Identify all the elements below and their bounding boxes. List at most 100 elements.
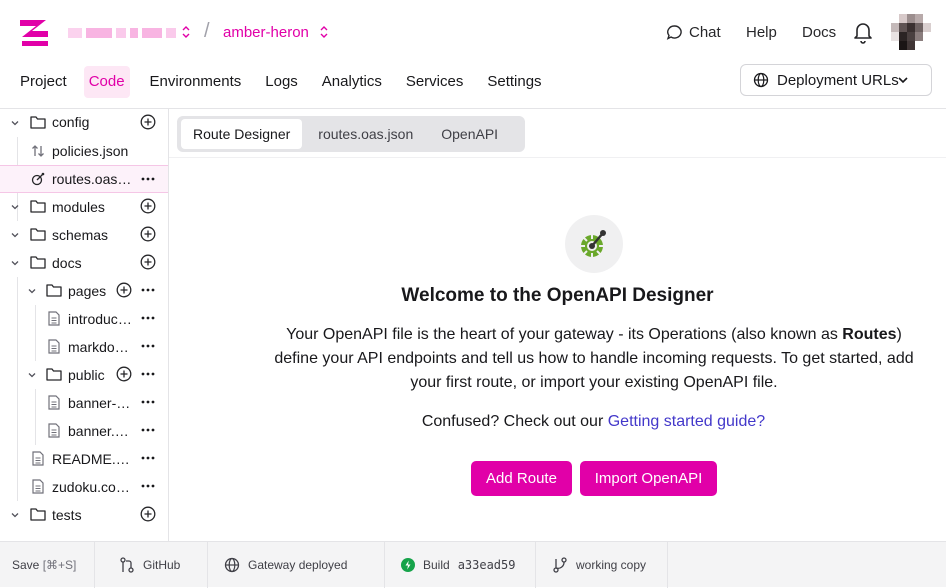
tree-item-label: introduction.md: [68, 311, 134, 327]
getting-started-link[interactable]: Getting started guide?: [608, 413, 765, 430]
document-icon: [48, 423, 60, 438]
main-nav: Project Code Environments Logs Analytics…: [0, 66, 546, 100]
tree-item-label: docs: [52, 255, 82, 271]
add-circle-icon[interactable]: [116, 366, 132, 382]
add-circle-icon[interactable]: [140, 114, 156, 130]
nav-logs[interactable]: Logs: [261, 66, 302, 98]
nav-analytics[interactable]: Analytics: [318, 66, 386, 98]
add-circle-icon[interactable]: [140, 254, 156, 270]
nav-services[interactable]: Services: [402, 66, 468, 98]
tab-openapi[interactable]: OpenAPI: [429, 119, 510, 149]
tree-file-banner-dark[interactable]: banner-dark.svg: [0, 389, 168, 417]
chevron-down-icon[interactable]: [10, 230, 20, 240]
add-route-button[interactable]: Add Route: [471, 461, 572, 496]
build-status[interactable]: Build a33ead59: [385, 542, 536, 588]
account-switcher[interactable]: [68, 28, 176, 38]
gateway-status[interactable]: Gateway deployed: [208, 542, 385, 588]
save-label: Save: [12, 558, 40, 572]
folder-icon: [46, 368, 62, 381]
help-prompt: Confused? Check out our Getting started …: [169, 413, 946, 431]
tree-item-label: zudoku.config.ts: [52, 479, 134, 495]
tab-route-designer[interactable]: Route Designer: [181, 119, 303, 149]
more-options-icon[interactable]: [141, 288, 155, 292]
build-label: Build: [423, 558, 450, 572]
chat-bubble-icon[interactable]: [666, 24, 683, 41]
folder-icon: [30, 116, 46, 129]
nav-code[interactable]: Code: [83, 66, 130, 98]
breadcrumb-separator: /: [204, 20, 210, 42]
tree-item-label: policies.json: [52, 143, 129, 159]
add-circle-icon[interactable]: [140, 506, 156, 522]
more-options-icon[interactable]: [141, 428, 155, 432]
tabs-divider: [169, 157, 946, 158]
tree-folder-public[interactable]: public: [0, 361, 168, 389]
add-circle-icon[interactable]: [116, 282, 132, 298]
github-button[interactable]: GitHub: [95, 542, 208, 588]
more-options-icon[interactable]: [141, 177, 155, 181]
tree-folder-modules[interactable]: modules: [0, 193, 168, 221]
user-avatar[interactable]: [891, 14, 931, 50]
tree-file-zudoku-config[interactable]: zudoku.config.ts: [0, 473, 168, 501]
folder-icon: [30, 508, 46, 521]
build-hash: a33ead59: [457, 558, 516, 572]
tab-routes-oas-json[interactable]: routes.oas.json: [306, 119, 425, 149]
document-icon: [48, 339, 60, 354]
more-options-icon[interactable]: [141, 400, 155, 404]
tree-item-label: config: [52, 114, 90, 130]
tree-file-readme[interactable]: README.md: [0, 445, 168, 473]
add-circle-icon[interactable]: [140, 198, 156, 214]
tree-item-label: tests: [52, 507, 82, 523]
project-chevron-up-down-icon[interactable]: [319, 25, 329, 39]
tree-item-label: modules: [52, 199, 105, 215]
tree-folder-pages[interactable]: pages: [0, 277, 168, 305]
chevron-down-icon[interactable]: [10, 118, 20, 128]
import-openapi-button[interactable]: Import OpenAPI: [580, 461, 717, 496]
branch-status[interactable]: working copy: [536, 542, 668, 588]
tree-file-introduction[interactable]: introduction.md: [0, 305, 168, 333]
chevron-down-icon[interactable]: [27, 286, 37, 296]
editor-tabs: Route Designer routes.oas.json OpenAPI: [177, 116, 525, 152]
zuplo-logo-icon[interactable]: [18, 17, 52, 47]
openapi-designer-icon: [565, 215, 623, 273]
editor-panel: Route Designer routes.oas.json OpenAPI W…: [169, 109, 946, 541]
deployment-urls-button[interactable]: Deployment URLs: [740, 64, 932, 96]
tree-folder-schemas[interactable]: schemas: [0, 221, 168, 249]
nav-project[interactable]: Project: [16, 66, 71, 98]
tree-file-policies[interactable]: policies.json: [0, 137, 168, 165]
more-options-icon[interactable]: [141, 456, 155, 460]
more-options-icon[interactable]: [141, 316, 155, 320]
tree-folder-docs[interactable]: docs: [0, 249, 168, 277]
chevron-down-icon[interactable]: [10, 510, 20, 520]
nav-settings[interactable]: Settings: [483, 66, 545, 98]
document-icon: [48, 395, 60, 410]
notification-bell-icon[interactable]: [852, 20, 874, 44]
top-bar: / amber-heron Chat Help Docs: [0, 0, 946, 64]
desc-text: Your OpenAPI file is the heart of your g…: [286, 326, 843, 343]
docs-link[interactable]: Docs: [802, 24, 836, 41]
tree-file-routes[interactable]: routes.oas.json: [0, 165, 168, 193]
account-chevron-up-down-icon[interactable]: [181, 25, 191, 39]
add-circle-icon[interactable]: [140, 226, 156, 242]
chevron-down-icon[interactable]: [10, 258, 20, 268]
tree-folder-tests[interactable]: tests: [0, 501, 168, 529]
chevron-down-icon: [898, 77, 908, 84]
tree-file-markdown[interactable]: markdown.md: [0, 333, 168, 361]
git-connect-icon: [120, 557, 134, 573]
tree-item-label: README.md: [52, 451, 134, 467]
more-options-icon[interactable]: [141, 372, 155, 376]
chevron-down-icon[interactable]: [10, 202, 20, 212]
more-options-icon[interactable]: [141, 344, 155, 348]
chevron-down-icon[interactable]: [27, 370, 37, 380]
chat-link[interactable]: Chat: [689, 24, 721, 41]
tree-folder-config[interactable]: config: [0, 109, 168, 137]
tree-file-banner[interactable]: banner.svg: [0, 417, 168, 445]
help-link[interactable]: Help: [746, 24, 777, 41]
project-name[interactable]: amber-heron: [223, 24, 309, 41]
tree-item-label: pages: [68, 283, 107, 299]
save-shortcut: [⌘+S]: [42, 558, 77, 572]
globe-icon: [753, 72, 769, 88]
nav-environments[interactable]: Environments: [146, 66, 246, 98]
save-button[interactable]: Save [⌘+S]: [0, 542, 95, 588]
globe-icon: [224, 557, 240, 573]
more-options-icon[interactable]: [141, 484, 155, 488]
